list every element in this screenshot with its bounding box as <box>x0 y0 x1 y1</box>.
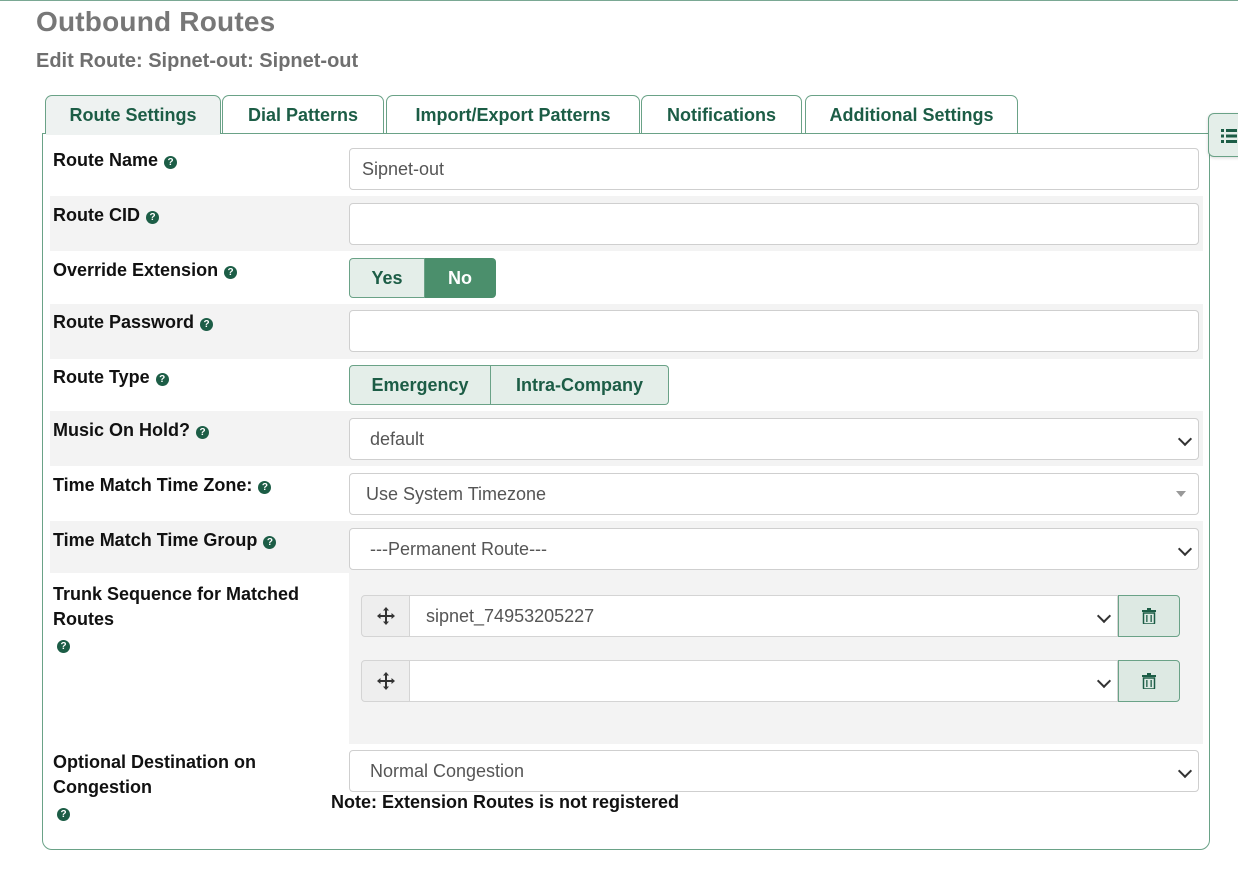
route-type-label: Route Type? <box>53 365 169 390</box>
trunk-item: sipnet_74953205227 <box>361 595 1180 637</box>
congestion-label-line2: Congestion <box>53 777 152 797</box>
route-name-label-text: Route Name <box>53 150 159 170</box>
music-on-hold-value: default <box>370 429 425 449</box>
route-password-input[interactable] <box>349 310 1199 352</box>
time-group-value: ---Permanent Route--- <box>370 539 548 559</box>
tab-notifications[interactable]: Notifications <box>641 95 802 133</box>
question-circle-icon[interactable]: ? <box>224 266 238 279</box>
question-circle-icon[interactable]: ? <box>57 640 70 653</box>
route-type-toggle: Emergency Intra-Company <box>349 365 669 405</box>
trunk-sequence-label-line1: Trunk Sequence for Matched <box>53 584 300 604</box>
chevron-down-icon <box>1177 431 1193 447</box>
row-route-name: Route Name? <box>50 142 1203 196</box>
trunk-select[interactable] <box>410 660 1118 702</box>
congestion-label-line1: Optional Destination on <box>53 752 256 772</box>
tab-import-export-patterns[interactable]: Import/Export Patterns <box>386 95 640 133</box>
row-time-group: Time Match Time Group? ---Permanent Rout… <box>50 521 1203 573</box>
time-zone-value: Use System Timezone <box>366 484 547 504</box>
page-title: Outbound Routes <box>36 6 276 37</box>
override-extension-no-button[interactable]: No <box>425 258 496 298</box>
question-circle-icon[interactable]: ? <box>263 536 277 549</box>
tab-route-settings[interactable]: Route Settings <box>45 95 221 135</box>
override-extension-yes-button[interactable]: Yes <box>349 258 425 298</box>
route-type-intra-company-button[interactable]: Intra-Company <box>491 365 669 405</box>
question-circle-icon[interactable]: ? <box>200 318 214 331</box>
trunk-select-value: sipnet_74953205227 <box>426 606 595 626</box>
caret-down-icon <box>1176 491 1186 497</box>
route-password-label: Route Password? <box>53 310 214 335</box>
route-cid-input[interactable] <box>349 203 1199 245</box>
time-group-label-text: Time Match Time Group <box>53 530 258 550</box>
question-circle-icon[interactable]: ? <box>146 211 159 224</box>
time-group-select[interactable]: ---Permanent Route--- <box>349 528 1199 570</box>
trunk-select[interactable]: sipnet_74953205227 <box>410 595 1118 637</box>
route-name-label: Route Name? <box>53 148 178 173</box>
congestion-select[interactable]: Normal Congestion <box>349 750 1199 792</box>
row-time-zone: Time Match Time Zone:? Use System Timezo… <box>50 466 1203 521</box>
trunk-item <box>361 660 1180 702</box>
route-type-emergency-button[interactable]: Emergency <box>349 365 491 405</box>
row-route-password: Route Password? <box>50 304 1203 359</box>
row-music-on-hold: Music On Hold?? default <box>50 411 1203 466</box>
question-circle-icon[interactable]: ? <box>258 481 272 494</box>
question-circle-icon[interactable]: ? <box>196 426 209 439</box>
route-name-input[interactable] <box>349 148 1199 190</box>
row-override-extension: Override Extension? Yes No <box>50 251 1203 304</box>
top-divider <box>0 0 1238 1</box>
override-extension-label-text: Override Extension <box>53 260 219 280</box>
page-subtitle: Edit Route: Sipnet-out: Sipnet-out <box>36 50 359 72</box>
route-cid-label: Route CID? <box>53 203 159 228</box>
trash-icon <box>1142 673 1156 689</box>
delete-trunk-button[interactable] <box>1118 595 1180 637</box>
congestion-value: Normal Congestion <box>370 761 525 781</box>
arrows-move-icon[interactable] <box>361 660 410 702</box>
time-zone-select[interactable]: Use System Timezone <box>349 473 1199 515</box>
arrows-move-icon[interactable] <box>361 595 410 637</box>
trunk-sequence-label-line2: Routes <box>53 609 115 629</box>
music-on-hold-label: Music On Hold?? <box>53 418 209 443</box>
trunk-sequence-label: Trunk Sequence for Matched Routes ? <box>53 582 299 653</box>
time-zone-label: Time Match Time Zone:? <box>53 473 272 498</box>
music-on-hold-label-text: Music On Hold? <box>53 420 190 440</box>
row-trunk-sequence: Trunk Sequence for Matched Routes ? sipn… <box>50 573 1203 744</box>
chevron-down-icon <box>1096 608 1112 624</box>
route-type-label-text: Route Type <box>53 367 150 387</box>
tab-dial-patterns[interactable]: Dial Patterns <box>222 95 384 133</box>
trash-icon <box>1142 608 1156 624</box>
question-circle-icon[interactable]: ? <box>155 373 169 386</box>
route-password-label-text: Route Password <box>53 312 195 332</box>
question-circle-icon[interactable]: ? <box>57 808 70 821</box>
time-group-label: Time Match Time Group? <box>53 528 277 553</box>
override-extension-toggle: Yes No <box>349 258 496 298</box>
side-menu-button[interactable] <box>1208 113 1238 157</box>
override-extension-label: Override Extension? <box>53 258 238 283</box>
tab-additional-settings[interactable]: Additional Settings <box>805 95 1018 133</box>
time-zone-label-text: Time Match Time Zone: <box>53 475 253 495</box>
delete-trunk-button[interactable] <box>1118 660 1180 702</box>
row-route-cid: Route CID? <box>50 196 1203 251</box>
row-route-type: Route Type? Emergency Intra-Company <box>50 359 1203 411</box>
route-cid-label-text: Route CID <box>53 205 140 225</box>
music-on-hold-select[interactable]: default <box>349 418 1199 460</box>
chevron-down-icon <box>1177 763 1193 779</box>
question-circle-icon[interactable]: ? <box>164 156 178 169</box>
congestion-label: Optional Destination on Congestion ? <box>53 750 256 821</box>
note-text: Note: Extension Routes is not registered <box>331 792 680 812</box>
list-icon <box>1221 129 1237 143</box>
chevron-down-icon <box>1096 673 1112 689</box>
chevron-down-icon <box>1177 541 1193 557</box>
active-tab-joiner <box>46 133 220 135</box>
